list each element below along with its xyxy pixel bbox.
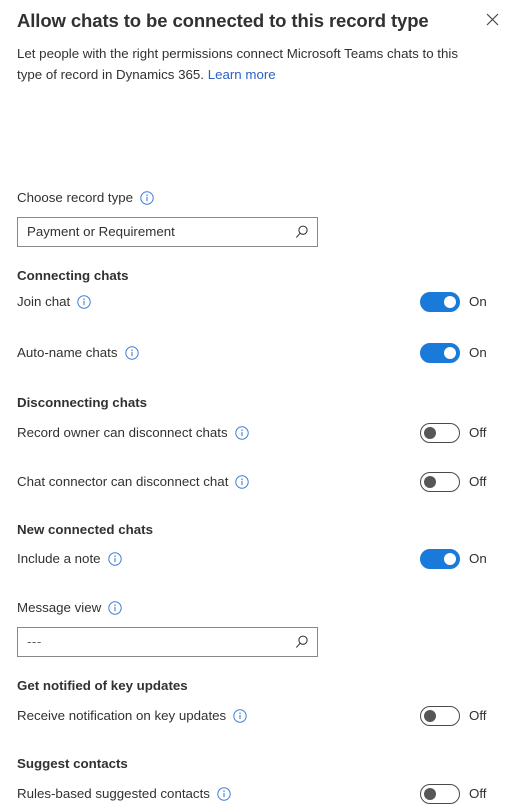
toggle-switch[interactable] — [420, 549, 460, 569]
record-type-combobox[interactable]: Payment or Requirement — [17, 217, 318, 247]
group-heading-new-connected-chats: New connected chats — [17, 522, 153, 537]
message-view-combobox[interactable]: --- — [17, 627, 318, 657]
record-type-label-row: Choose record type — [17, 189, 154, 207]
info-icon[interactable] — [107, 552, 122, 566]
toggle-state-label: Off — [469, 474, 487, 489]
message-view-label: Message view — [17, 600, 102, 615]
panel-description: Let people with the right permissions co… — [17, 43, 485, 85]
info-icon[interactable] — [108, 601, 122, 615]
record-type-value: Payment or Requirement — [27, 224, 175, 239]
settings-panel: Allow chats to be connected to this reco… — [0, 0, 516, 804]
panel-header: Allow chats to be connected to this reco… — [0, 0, 516, 33]
setting-label-auto-name-chats: Auto-name chats — [17, 345, 118, 360]
page-title: Allow chats to be connected to this reco… — [17, 10, 429, 31]
setting-label-join-chat: Join chat — [17, 294, 71, 309]
info-icon[interactable] — [217, 787, 231, 801]
info-icon[interactable] — [124, 346, 139, 360]
setting-label-include-a-note: Include a note — [17, 551, 101, 566]
setting-label-receive-notification: Receive notification on key updates — [17, 708, 227, 723]
setting-row-auto-name-chats: Auto-name chats On — [17, 343, 499, 363]
toggle-receive-notification[interactable]: Off — [420, 706, 489, 726]
toggle-rules-based-contacts[interactable]: Off — [420, 784, 489, 804]
toggle-switch[interactable] — [420, 472, 460, 492]
toggle-auto-name-chats[interactable]: On — [420, 343, 489, 363]
info-icon[interactable] — [233, 709, 247, 723]
learn-more-link[interactable]: Learn more — [208, 67, 276, 82]
group-heading-disconnecting-chats: Disconnecting chats — [17, 395, 148, 410]
setting-row-chat-connector-disconnect: Chat connector can disconnect chat Off — [17, 472, 499, 492]
setting-label-chat-connector-disconnect: Chat connector can disconnect chat — [17, 474, 229, 489]
toggle-switch[interactable] — [420, 784, 460, 804]
toggle-switch[interactable] — [420, 292, 460, 312]
setting-row-include-a-note: Include a note On — [17, 549, 499, 569]
toggle-record-owner-disconnect[interactable]: Off — [420, 423, 489, 443]
toggle-switch[interactable] — [420, 706, 460, 726]
toggle-switch[interactable] — [420, 343, 460, 363]
toggle-state-label: Off — [469, 425, 487, 440]
toggle-state-label: Off — [469, 786, 487, 801]
toggle-state-label: On — [469, 345, 487, 360]
search-icon[interactable] — [293, 223, 311, 241]
info-icon[interactable] — [140, 191, 154, 205]
info-icon[interactable] — [234, 426, 249, 440]
group-heading-key-updates: Get notified of key updates — [17, 678, 188, 693]
toggle-state-label: On — [469, 294, 487, 309]
group-heading-suggest-contacts: Suggest contacts — [17, 756, 128, 771]
info-icon[interactable] — [77, 295, 91, 309]
message-view-value: --- — [27, 634, 42, 649]
toggle-switch[interactable] — [420, 423, 460, 443]
setting-label-record-owner-disconnect: Record owner can disconnect chats — [17, 425, 228, 440]
toggle-state-label: On — [469, 551, 487, 566]
record-type-label: Choose record type — [17, 190, 134, 205]
search-icon[interactable] — [293, 633, 311, 651]
close-button[interactable] — [479, 6, 505, 32]
message-view-label-row: Message view — [17, 599, 122, 617]
setting-row-receive-notification: Receive notification on key updates Off — [17, 706, 499, 726]
toggle-chat-connector-disconnect[interactable]: Off — [420, 472, 489, 492]
info-icon[interactable] — [235, 475, 250, 489]
toggle-state-label: Off — [469, 708, 487, 723]
toggle-include-a-note[interactable]: On — [420, 549, 489, 569]
group-heading-connecting-chats: Connecting chats — [17, 268, 129, 283]
setting-label-rules-based-contacts: Rules-based suggested contacts — [17, 786, 210, 801]
toggle-join-chat[interactable]: On — [420, 292, 489, 312]
close-icon — [486, 13, 499, 26]
setting-row-record-owner-disconnect: Record owner can disconnect chats Off — [17, 423, 499, 443]
setting-row-rules-based-contacts: Rules-based suggested contacts Off — [17, 784, 499, 804]
setting-row-join-chat: Join chat On — [17, 292, 499, 312]
